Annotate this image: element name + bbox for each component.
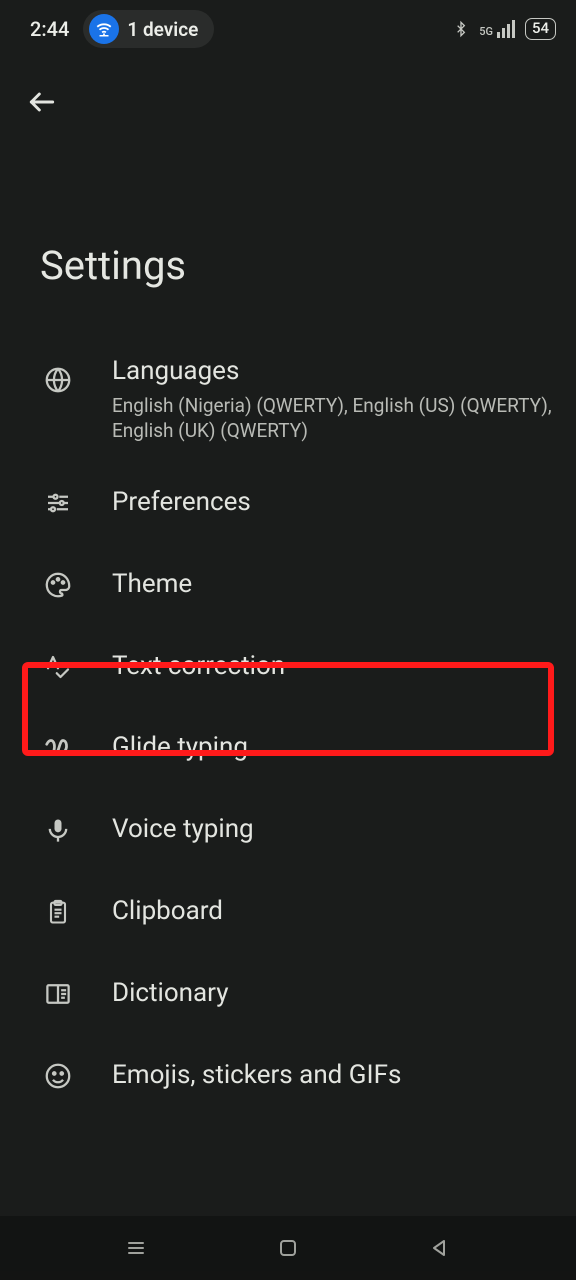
back-button[interactable]: [22, 82, 62, 122]
device-pill[interactable]: 1 device: [83, 10, 214, 48]
settings-item-voice-typing[interactable]: Voice typing: [0, 789, 576, 871]
text-check-icon: [40, 652, 76, 682]
settings-item-preferences[interactable]: Preferences: [0, 462, 576, 544]
nav-home-button[interactable]: [268, 1228, 308, 1268]
sliders-icon: [40, 488, 76, 518]
status-right: 5G 54: [453, 18, 556, 40]
menu-icon: [124, 1236, 148, 1260]
status-left: 2:44 1 device: [30, 10, 214, 48]
square-icon: [276, 1236, 300, 1260]
item-label: Text correction: [112, 650, 552, 684]
settings-item-emojis[interactable]: Emojis, stickers and GIFs: [0, 1035, 576, 1117]
settings-item-text-correction[interactable]: Text correction: [0, 626, 576, 708]
item-label: Languages: [112, 355, 552, 389]
navigation-bar: [0, 1216, 576, 1280]
device-count: 1 device: [127, 18, 198, 41]
clock: 2:44: [30, 17, 69, 41]
item-label: Dictionary: [112, 977, 552, 1011]
settings-item-theme[interactable]: Theme: [0, 544, 576, 626]
page-title: Settings: [0, 122, 576, 337]
smile-icon: [40, 1061, 76, 1091]
triangle-back-icon: [428, 1236, 452, 1260]
nav-back-button[interactable]: [420, 1228, 460, 1268]
item-label: Preferences: [112, 486, 552, 520]
mic-icon: [40, 816, 76, 844]
palette-icon: [40, 570, 76, 600]
arrow-left-icon: [26, 86, 58, 118]
clipboard-icon: [40, 898, 76, 926]
book-icon: [40, 979, 76, 1009]
item-label: Theme: [112, 568, 552, 602]
item-label: Emojis, stickers and GIFs: [112, 1059, 552, 1093]
signal-icon: 5G: [479, 20, 515, 38]
globe-icon: [40, 365, 76, 395]
wifi-icon: [89, 14, 119, 44]
battery-indicator: 54: [525, 18, 556, 40]
settings-list: Languages English (Nigeria) (QWERTY), En…: [0, 337, 576, 1116]
item-label: Glide typing: [112, 731, 552, 765]
settings-item-dictionary[interactable]: Dictionary: [0, 953, 576, 1035]
item-sub: English (Nigeria) (QWERTY), English (US)…: [112, 393, 552, 444]
gesture-icon: [40, 733, 76, 763]
bluetooth-icon: [453, 18, 469, 40]
item-label: Clipboard: [112, 895, 552, 929]
nav-recent-button[interactable]: [116, 1228, 156, 1268]
settings-item-languages[interactable]: Languages English (Nigeria) (QWERTY), En…: [0, 337, 576, 462]
settings-item-glide-typing[interactable]: Glide typing: [0, 707, 576, 789]
item-label: Voice typing: [112, 813, 552, 847]
settings-item-clipboard[interactable]: Clipboard: [0, 871, 576, 953]
status-bar: 2:44 1 device 5G 54: [0, 0, 576, 54]
